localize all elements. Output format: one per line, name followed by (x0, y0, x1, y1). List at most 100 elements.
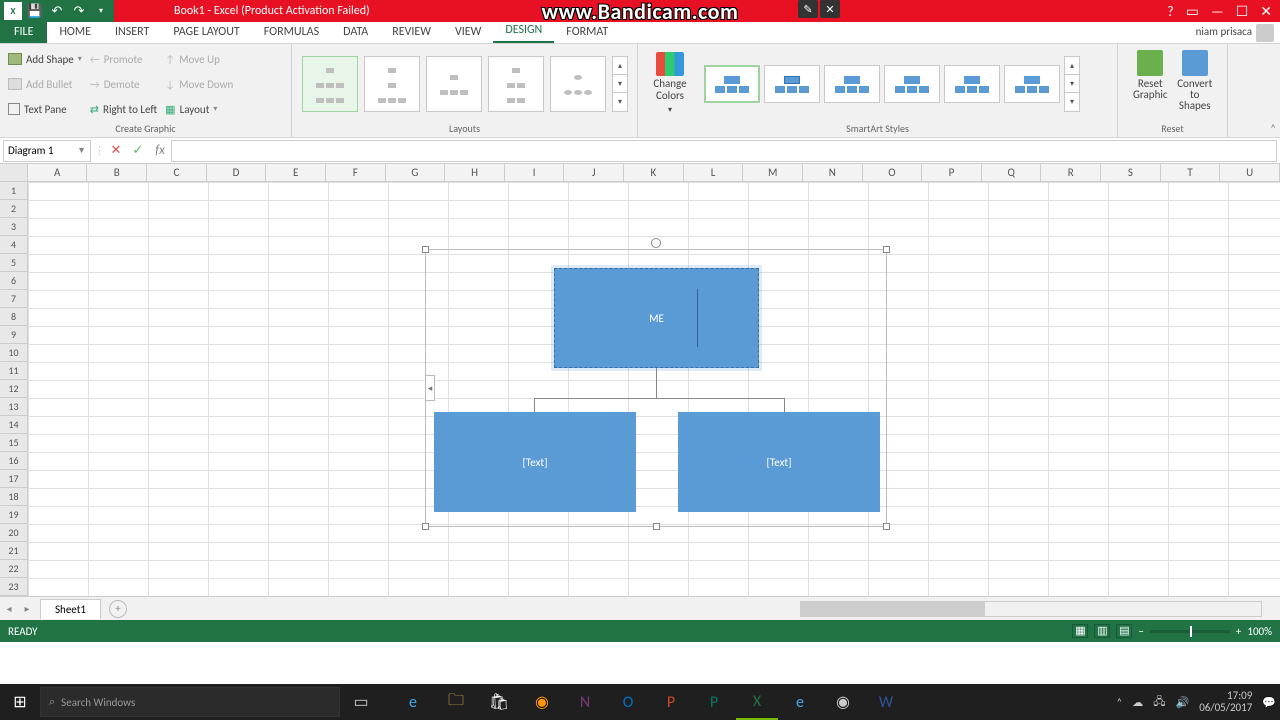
add-shape-button[interactable]: Add Shape ▾ (6, 48, 84, 70)
col-header-A[interactable]: A (28, 164, 88, 181)
col-header-L[interactable]: L (684, 164, 744, 181)
zoom-in-button[interactable]: + (1236, 625, 1241, 638)
network-icon[interactable]: 🖧 (1153, 693, 1165, 712)
col-header-P[interactable]: P (922, 164, 982, 181)
ribbon-options-icon[interactable]: ▭ (1186, 3, 1199, 20)
add-sheet-button[interactable]: + (109, 600, 127, 618)
word-icon[interactable]: W (865, 684, 907, 720)
clock[interactable]: 17:09 06/05/2017 (1199, 690, 1252, 714)
task-view-icon[interactable]: ▭ (340, 684, 382, 720)
zoom-slider[interactable] (1150, 630, 1230, 633)
row-header-21[interactable]: 21 (0, 542, 27, 560)
tab-review[interactable]: REVIEW (380, 21, 443, 43)
tab-file[interactable]: FILE (0, 21, 47, 43)
tab-format[interactable]: FORMAT (554, 21, 620, 43)
smartart-node-right[interactable]: [Text] (678, 412, 880, 512)
explorer-icon[interactable]: 🗀 (435, 684, 477, 720)
col-header-F[interactable]: F (326, 164, 386, 181)
style-option-2[interactable] (764, 65, 820, 103)
tray-overflow-icon[interactable]: ˄ (1116, 696, 1122, 709)
style-option-5[interactable] (944, 65, 1000, 103)
chrome-icon[interactable]: ◉ (822, 684, 864, 720)
maximize-icon[interactable]: ☐ (1236, 3, 1249, 20)
row-header-16[interactable]: 16 (0, 452, 27, 470)
change-colors-button[interactable]: Change Colors▾ (644, 52, 696, 116)
edge-icon[interactable]: e (392, 684, 434, 720)
col-header-O[interactable]: O (863, 164, 923, 181)
layout-option-3[interactable] (426, 56, 482, 112)
collapse-ribbon-icon[interactable]: ˄ (1270, 122, 1276, 135)
excel-taskbar-icon[interactable]: X (736, 684, 778, 720)
col-header-U[interactable]: U (1220, 164, 1280, 181)
firefox-icon[interactable]: ◉ (521, 684, 563, 720)
formula-input[interactable] (171, 140, 1277, 162)
close-icon[interactable]: ✕ (1260, 3, 1272, 20)
smartart-node-top[interactable]: ME (554, 268, 759, 368)
row-header-14[interactable]: 14 (0, 416, 27, 434)
select-all-corner[interactable] (0, 164, 28, 181)
smartart-frame[interactable]: ◂ ME [Text] [Text] (425, 249, 887, 527)
cancel-formula-icon[interactable]: ✕ (105, 143, 127, 158)
enter-formula-icon[interactable]: ✓ (127, 143, 149, 158)
row-header-13[interactable]: 13 (0, 398, 27, 416)
row-header-10[interactable]: 10 (0, 344, 27, 362)
publisher-icon[interactable]: P (693, 684, 735, 720)
styles-more[interactable]: ▴▾▾ (1064, 56, 1080, 112)
text-pane-button[interactable]: Text Pane (6, 98, 84, 120)
undo-icon[interactable]: ↶ (48, 2, 66, 20)
layout-option-1[interactable] (302, 56, 358, 112)
fx-icon[interactable]: fx (149, 143, 171, 158)
row-header-22[interactable]: 22 (0, 560, 27, 578)
col-header-M[interactable]: M (743, 164, 803, 181)
minimize-icon[interactable]: — (1211, 3, 1224, 20)
bandicam-close-icon[interactable]: ✕ (820, 0, 840, 18)
row-header-15[interactable]: 15 (0, 434, 27, 452)
layout-option-4[interactable] (488, 56, 544, 112)
bandicam-draw-icon[interactable]: ✎ (798, 0, 818, 18)
powerpoint-icon[interactable]: P (650, 684, 692, 720)
row-header-8[interactable]: 8 (0, 308, 27, 326)
worksheet[interactable]: ABCDEFGHIJKLMNOPQRSTU 123456789101112131… (0, 164, 1280, 596)
row-header-9[interactable]: 9 (0, 326, 27, 344)
account-avatar-icon[interactable] (1256, 24, 1274, 42)
tab-insert[interactable]: INSERT (103, 21, 161, 43)
smartart-node-left[interactable]: [Text] (434, 412, 636, 512)
resize-handle-s[interactable] (653, 523, 660, 530)
zoom-out-button[interactable]: − (1138, 625, 1143, 638)
layout-option-2[interactable] (364, 56, 420, 112)
col-header-E[interactable]: E (266, 164, 326, 181)
col-header-D[interactable]: D (207, 164, 267, 181)
col-header-H[interactable]: H (445, 164, 505, 181)
help-icon[interactable]: ? (1167, 3, 1174, 20)
qat-customize-icon[interactable]: ▾ (92, 2, 110, 20)
save-icon[interactable]: 💾 (26, 2, 44, 20)
tab-formulas[interactable]: FORMULAS (252, 21, 331, 43)
row-header-19[interactable]: 19 (0, 506, 27, 524)
name-box[interactable]: Diagram 1▼ (3, 140, 91, 162)
tab-design[interactable]: DESIGN (493, 19, 554, 43)
resize-handle-ne[interactable] (883, 246, 890, 253)
horizontal-scrollbar[interactable] (800, 601, 1262, 617)
outlook-icon[interactable]: O (607, 684, 649, 720)
sheet-nav-prev[interactable]: ◂ (0, 602, 18, 615)
col-header-R[interactable]: R (1041, 164, 1101, 181)
layouts-more[interactable]: ▴▾▾ (612, 56, 628, 112)
col-header-J[interactable]: J (564, 164, 624, 181)
tab-data[interactable]: DATA (331, 21, 380, 43)
style-option-4[interactable] (884, 65, 940, 103)
col-header-S[interactable]: S (1101, 164, 1161, 181)
col-header-I[interactable]: I (505, 164, 565, 181)
volume-icon[interactable]: 🔊 (1175, 696, 1189, 709)
onenote-icon[interactable]: N (564, 684, 606, 720)
row-header-2[interactable]: 2 (0, 200, 27, 218)
view-pagelayout-icon[interactable]: ▥ (1094, 624, 1110, 638)
layout-button[interactable]: ▦Layout ▾ (163, 98, 235, 120)
col-header-B[interactable]: B (87, 164, 147, 181)
view-pagebreak-icon[interactable]: ▤ (1116, 624, 1132, 638)
right-to-left-button[interactable]: ⇄Right to Left (88, 98, 159, 120)
col-header-C[interactable]: C (147, 164, 207, 181)
account-name[interactable]: niam prisaca (1196, 25, 1252, 38)
taskbar-search[interactable]: ⌕Search Windows (40, 687, 340, 717)
resize-handle-sw[interactable] (422, 523, 429, 530)
redo-icon[interactable]: ↷ (70, 2, 88, 20)
